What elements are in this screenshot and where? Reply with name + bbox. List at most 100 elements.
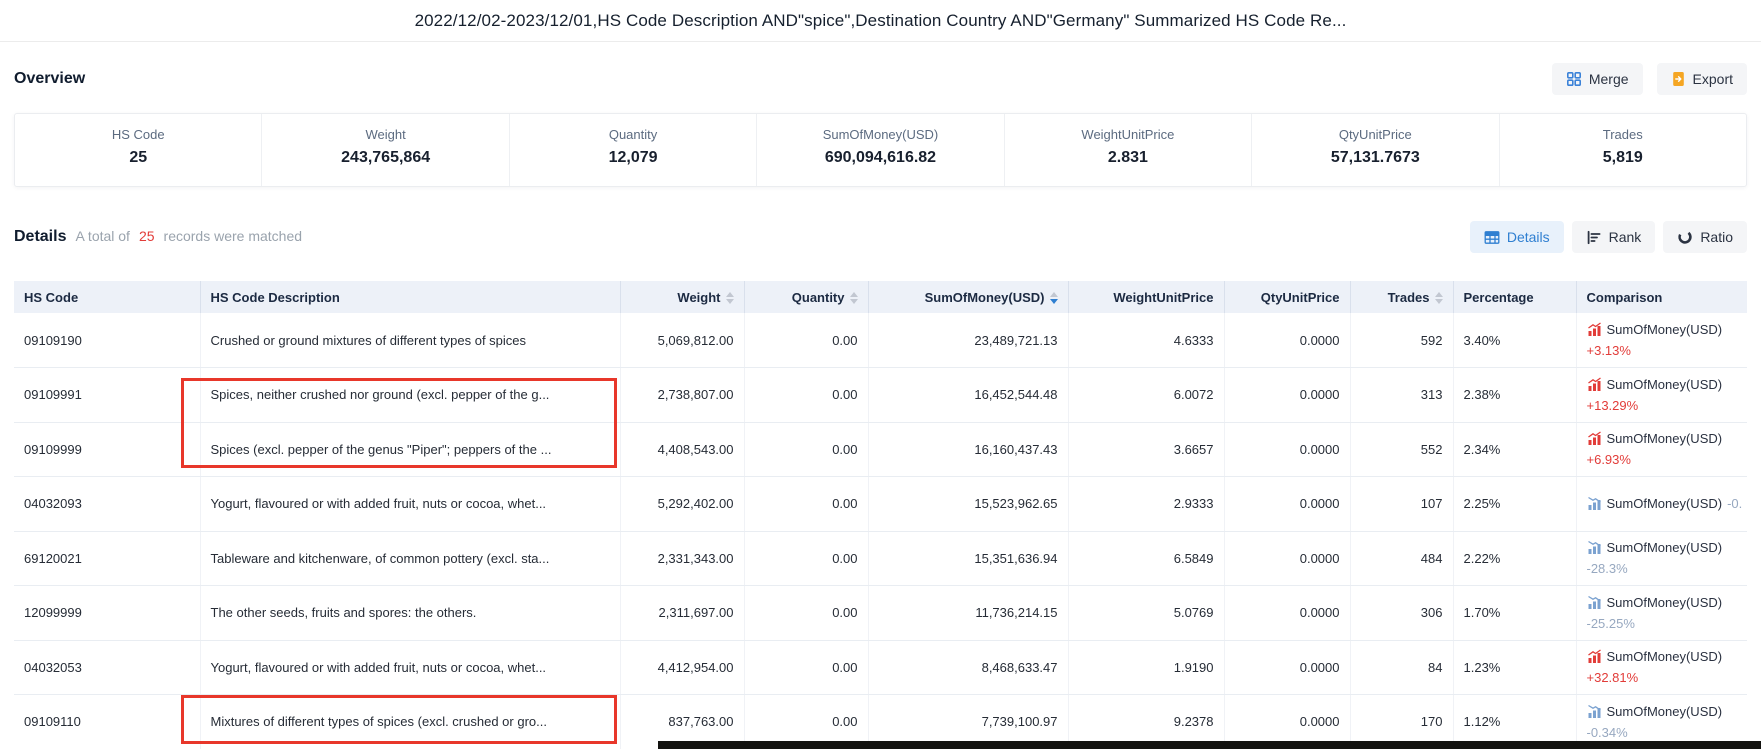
table-row[interactable]: 12099999The other seeds, fruits and spor… [14,586,1747,641]
table-row[interactable]: 04032093Yogurt, flavoured or with added … [14,477,1747,532]
sort-asc-icon [726,292,734,297]
comparison-metric-label: SumOfMoney(USD) [1607,428,1723,449]
cell-percentage: 2.22% [1453,531,1576,586]
column-label: Percentage [1464,290,1534,305]
comparison-change: +6.93% [1587,449,1738,470]
sort-desc-icon [726,299,734,304]
report-page: 2022/12/02-2023/12/01,HS Code Descriptio… [0,0,1761,749]
cell-trades: 306 [1350,586,1453,641]
sort-control[interactable] [726,292,734,304]
comparison-change: -0. [1727,493,1742,514]
details-header-row: Details A total of 25 records were match… [14,221,1747,253]
column-header-description: HS Code Description [200,281,620,313]
cell-description: Tableware and kitchenware, of common pot… [200,531,620,586]
cell-sum-of-money: 15,351,636.94 [868,531,1068,586]
cell-hs-code: 69120021 [14,531,200,586]
cell-weight-unit-price: 5.0769 [1068,586,1224,641]
cell-percentage: 1.70% [1453,586,1576,641]
stat-value: 5,819 [1500,149,1746,167]
sort-control[interactable] [1435,292,1443,304]
column-label: Comparison [1587,290,1663,305]
cell-hs-code: 12099999 [14,586,200,641]
cell-description: Crushed or ground mixtures of different … [200,313,620,368]
table-header-row: HS CodeHS Code DescriptionWeightQuantity… [14,281,1747,313]
cell-weight: 2,331,343.00 [620,531,744,586]
sort-asc-icon [1050,292,1058,297]
comparison-change: -25.25% [1587,613,1738,634]
view-ratio-button[interactable]: Ratio [1663,221,1747,253]
cell-sum-of-money: 8,468,633.47 [868,640,1068,695]
sort-control[interactable] [1050,292,1058,304]
overview-header-row: Overview MergeExport [14,62,1747,96]
overview-stat: Weight243,765,864 [262,114,509,186]
cell-description: Spices, neither crushed nor ground (excl… [200,368,620,423]
table-row[interactable]: 09109999Spices (excl. pepper of the genu… [14,422,1747,477]
details-table-icon [1484,230,1500,245]
summary-prefix: A total of [75,228,129,244]
sort-asc-icon [1435,292,1443,297]
cell-percentage: 1.23% [1453,640,1576,695]
comparison-metric-label: SumOfMoney(USD) [1607,701,1723,722]
cell-comparison: SumOfMoney(USD)+3.13% [1576,313,1747,368]
table-row[interactable]: 04032053Yogurt, flavoured or with added … [14,640,1747,695]
stat-value: 12,079 [510,149,756,167]
view-rank-button[interactable]: Rank [1572,221,1656,253]
cell-qty-unit-price: 0.0000 [1224,531,1350,586]
column-header-percentage: Percentage [1453,281,1576,313]
matched-record-count: 25 [139,228,155,244]
comparison-change: -0.34% [1587,722,1738,743]
column-label: SumOfMoney(USD) [925,290,1045,305]
stat-value: 243,765,864 [262,149,508,167]
column-label: Weight [677,290,720,305]
column-header-weight[interactable]: Weight [620,281,744,313]
merge-button[interactable]: Merge [1552,63,1643,95]
column-header-weight-unit-price: WeightUnitPrice [1068,281,1224,313]
comparison-change: +13.29% [1587,395,1738,416]
stat-label: WeightUnitPrice [1005,127,1251,142]
cell-description: Yogurt, flavoured or with added fruit, n… [200,640,620,695]
export-button[interactable]: Export [1657,63,1747,95]
column-header-sum-of-money[interactable]: SumOfMoney(USD) [868,281,1068,313]
cell-trades: 484 [1350,531,1453,586]
ratio-circle-icon [1677,229,1693,245]
export-button-label: Export [1693,71,1733,87]
cell-description: Mixtures of different types of spices (e… [200,695,620,749]
table-row[interactable]: 09109190Crushed or ground mixtures of di… [14,313,1747,368]
column-header-quantity[interactable]: Quantity [744,281,868,313]
table-row[interactable]: 09109991Spices, neither crushed nor grou… [14,368,1747,423]
cell-quantity: 0.00 [744,368,868,423]
cell-sum-of-money: 15,523,962.65 [868,477,1068,532]
cell-hs-code: 09109991 [14,368,200,423]
comparison-change: +32.81% [1587,667,1738,688]
cell-description: Spices (excl. pepper of the genus "Piper… [200,422,620,477]
cell-weight-unit-price: 6.0072 [1068,368,1224,423]
view-rank-button-label: Rank [1609,229,1642,245]
comparison-metric-label: SumOfMoney(USD) [1607,592,1723,613]
stat-label: QtyUnitPrice [1252,127,1498,142]
cell-weight-unit-price: 6.5849 [1068,531,1224,586]
view-details-button[interactable]: Details [1470,221,1564,253]
cell-weight: 4,408,543.00 [620,422,744,477]
cell-sum-of-money: 16,160,437.43 [868,422,1068,477]
stat-label: HS Code [15,127,261,142]
merge-button-label: Merge [1589,71,1629,87]
chart-down-icon [1587,595,1602,610]
cell-quantity: 0.00 [744,313,868,368]
cell-hs-code: 09109110 [14,695,200,749]
stat-value: 25 [15,149,261,167]
details-heading: Details [14,228,66,246]
table-row[interactable]: 69120021Tableware and kitchenware, of co… [14,531,1747,586]
cell-comparison: SumOfMoney(USD)-0. [1576,477,1747,532]
cell-percentage: 2.34% [1453,422,1576,477]
column-header-trades[interactable]: Trades [1350,281,1453,313]
stat-label: Quantity [510,127,756,142]
column-label: WeightUnitPrice [1113,290,1213,305]
cell-quantity: 0.00 [744,640,868,695]
sort-control[interactable] [850,292,858,304]
overview-stat: HS Code 25 [15,114,262,186]
cell-trades: 592 [1350,313,1453,368]
cell-trades: 313 [1350,368,1453,423]
summary-suffix: records were matched [164,228,303,244]
overview-stat: Quantity 12,079 [510,114,757,186]
cell-comparison: SumOfMoney(USD)+32.81% [1576,640,1747,695]
